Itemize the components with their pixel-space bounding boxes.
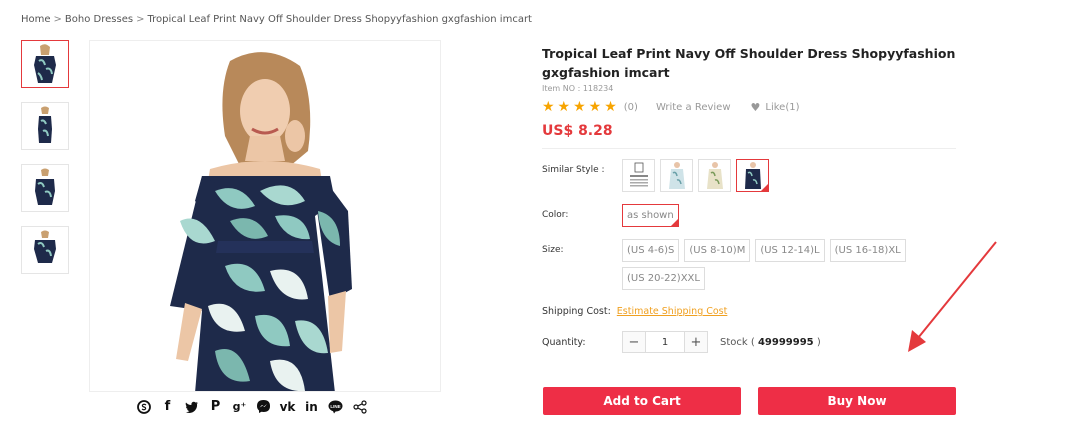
- rating-row: ★★★★★ (0) Write a Review ♥ Like(1): [542, 99, 956, 115]
- dress-thumbnail-image: [34, 44, 56, 83]
- selected-corner-icon: [670, 219, 678, 226]
- twitter-icon[interactable]: [184, 398, 199, 415]
- breadcrumb: Home > Boho Dresses > Tropical Leaf Print Na…: [21, 14, 532, 25]
- linkedin-icon[interactable]: in: [304, 398, 319, 415]
- divider: [542, 148, 956, 149]
- increase-button[interactable]: +: [685, 332, 707, 352]
- like-label: Like(1): [765, 101, 800, 113]
- quantity-label: Quantity:: [542, 336, 586, 348]
- size-options: (US 4-6)S (US 8-10)M (US 12-14)L (US 16-…: [622, 239, 922, 290]
- estimate-shipping-link[interactable]: Estimate Shipping Cost: [617, 306, 728, 317]
- breadcrumb-current: Tropical Leaf Print Navy Off Shoulder Dr…: [147, 14, 532, 25]
- stock-prefix: Stock (: [720, 336, 755, 348]
- dress-thumbnail-image: [668, 161, 685, 189]
- skype-icon[interactable]: [136, 398, 151, 415]
- product-price: US$ 8.28: [542, 123, 613, 139]
- color-label: Color:: [542, 210, 569, 220]
- stock-suffix: ): [816, 336, 821, 348]
- breadcrumb-category[interactable]: Boho Dresses: [65, 14, 133, 25]
- thumbnail-list: [21, 40, 69, 288]
- rating-count: (0): [623, 101, 638, 113]
- breadcrumb-separator: >: [53, 14, 62, 25]
- facebook-icon[interactable]: f: [160, 398, 175, 415]
- size-chart-thumbnail: [629, 162, 648, 186]
- similar-style-list: [622, 159, 769, 192]
- breadcrumb-separator: >: [136, 14, 145, 25]
- action-buttons: Add to Cart Buy Now: [543, 387, 956, 415]
- color-row: Color: as shown: [542, 204, 956, 227]
- stock-value: 49999995: [757, 336, 814, 348]
- similar-style-1[interactable]: [622, 159, 655, 192]
- line-icon[interactable]: LINE: [328, 398, 343, 415]
- thumbnail-4[interactable]: [21, 226, 69, 274]
- annotation-arrow-icon: [908, 241, 997, 352]
- messenger-icon[interactable]: [256, 398, 271, 415]
- vk-icon[interactable]: vk: [280, 398, 296, 415]
- dress-thumbnail-image: [706, 161, 723, 189]
- rating-stars[interactable]: ★★★★★: [542, 99, 620, 115]
- like-button[interactable]: ♥ Like(1): [751, 101, 800, 114]
- similar-style-4[interactable]: [736, 159, 769, 192]
- size-option[interactable]: (US 4-6)S: [622, 239, 680, 262]
- thumbnail-3[interactable]: [21, 164, 69, 212]
- svg-text:LINE: LINE: [330, 403, 340, 408]
- buy-now-button[interactable]: Buy Now: [758, 387, 956, 415]
- color-option-label: as shown: [627, 210, 674, 221]
- product-title: Tropical Leaf Print Navy Off Shoulder Dr…: [542, 46, 956, 80]
- share-icon[interactable]: [352, 398, 367, 415]
- shipping-row: Shipping Cost: Estimate Shipping Cost: [542, 306, 956, 317]
- main-product-image[interactable]: [89, 40, 441, 392]
- dress-model-image: [170, 52, 352, 391]
- add-to-cart-button[interactable]: Add to Cart: [543, 387, 741, 415]
- size-option[interactable]: (US 20-22)XXL: [622, 267, 705, 290]
- size-option[interactable]: (US 12-14)L: [755, 239, 825, 262]
- size-option[interactable]: (US 16-18)XL: [829, 239, 906, 262]
- shipping-label: Shipping Cost:: [542, 306, 611, 317]
- similar-style-3[interactable]: [698, 159, 731, 192]
- share-bar: f P g⁺ vk in LINE: [136, 398, 367, 415]
- product-info: Tropical Leaf Print Navy Off Shoulder Dr…: [542, 44, 956, 353]
- selected-corner-icon: [761, 184, 768, 191]
- quantity-stepper: − 1 +: [622, 331, 708, 353]
- dress-thumbnail-image: [38, 106, 52, 143]
- quantity-row: Quantity: − 1 + Stock ( 49999995 ): [542, 331, 956, 353]
- heart-icon: ♥: [750, 100, 761, 114]
- similar-style-2[interactable]: [660, 159, 693, 192]
- decrease-button[interactable]: −: [623, 332, 645, 352]
- thumbnail-1[interactable]: [21, 40, 69, 88]
- breadcrumb-home[interactable]: Home: [21, 14, 51, 25]
- size-option[interactable]: (US 8-10)M: [684, 239, 751, 262]
- item-number: Item NO : 118234: [542, 84, 614, 93]
- stock-info: Stock ( 49999995 ): [720, 337, 821, 348]
- write-review-link[interactable]: Write a Review: [656, 102, 731, 113]
- similar-style-label: Similar Style :: [542, 165, 605, 175]
- pinterest-icon[interactable]: P: [208, 398, 223, 415]
- dress-thumbnail-image: [34, 230, 56, 263]
- google-plus-icon[interactable]: g⁺: [232, 398, 247, 415]
- size-label: Size:: [542, 245, 564, 255]
- size-row: Size: (US 4-6)S (US 8-10)M (US 12-14)L (…: [542, 239, 956, 290]
- similar-style-row: Similar Style :: [542, 159, 956, 192]
- dress-thumbnail-image: [35, 168, 55, 205]
- color-option[interactable]: as shown: [622, 204, 679, 227]
- quantity-input[interactable]: 1: [645, 332, 685, 352]
- thumbnail-2[interactable]: [21, 102, 69, 150]
